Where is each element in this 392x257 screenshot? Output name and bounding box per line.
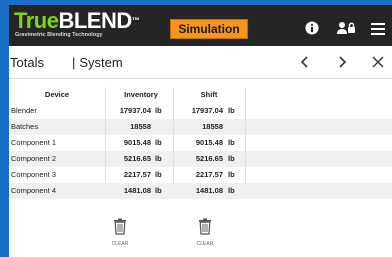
device-name: Batches <box>11 122 39 131</box>
clear-inventory-label: CLEAR <box>111 241 129 247</box>
table-row: Blender 17937.04 lb 17937.04 lb <box>9 103 392 119</box>
inventory-value: 5216.65 <box>123 154 151 163</box>
trash-icon <box>199 218 211 235</box>
inventory-value: 1481.08 <box>123 186 151 195</box>
column-divider <box>105 87 106 183</box>
shift-value: 5216.65 <box>195 154 223 163</box>
table-row: Component 3 2217.57 lb 2217.57 lb <box>9 167 392 183</box>
clear-shift-label: CLEAR <box>196 241 214 247</box>
device-name: Component 4 <box>11 186 57 195</box>
shift-value: 2217.57 <box>195 170 223 179</box>
chevron-right-icon[interactable] <box>336 55 348 72</box>
table-row: Component 2 5216.65 lb 5216.65 lb <box>9 151 392 167</box>
logo-brand-blend: BLEND <box>58 8 132 33</box>
simulation-mode-button[interactable]: Simulation <box>170 19 248 39</box>
page-title: Totals <box>10 55 44 70</box>
device-name: Component 2 <box>11 154 57 163</box>
chevron-left-icon[interactable] <box>299 55 311 72</box>
inventory-value: 18558 <box>130 122 151 131</box>
inventory-value: 2217.57 <box>123 170 151 179</box>
device-name: Component 1 <box>11 138 57 147</box>
clear-inventory-button[interactable]: CLEAR <box>110 218 130 247</box>
page-subtitle-text: System <box>79 55 123 70</box>
shift-value: 9015.48 <box>195 138 223 147</box>
shift-unit: lb <box>228 138 235 147</box>
column-header-shift: Shift <box>200 90 218 99</box>
table-header-row: Device Inventory Shift <box>9 87 392 103</box>
column-header-inventory: Inventory <box>124 90 158 99</box>
table-row: Batches 18558 18558 <box>9 119 392 135</box>
table-row: Component 1 9015.48 lb 9015.48 lb <box>9 135 392 151</box>
info-icon[interactable] <box>304 18 320 38</box>
app-frame: TrueBLEND™ Gravimetric Blending Technolo… <box>9 5 392 257</box>
totals-table: Device Inventory Shift Blender 17937.04 … <box>9 87 392 199</box>
device-name: Blender <box>11 106 37 115</box>
logo-brand-true: True <box>14 8 59 33</box>
hamburger-menu-icon[interactable] <box>369 18 387 38</box>
device-name: Component 3 <box>11 170 57 179</box>
column-header-device: Device <box>44 90 70 99</box>
page-subtitle: | System <box>72 55 123 70</box>
table-row: Component 4 1481.08 lb 1481.08 lb <box>9 183 392 199</box>
top-bar: TrueBLEND™ Gravimetric Blending Technolo… <box>9 5 392 46</box>
shift-unit: lb <box>228 106 235 115</box>
shift-value: 17937.04 <box>191 106 223 115</box>
trueblend-logo: TrueBLEND™ Gravimetric Blending Technolo… <box>14 8 140 41</box>
shift-value: 1481.08 <box>195 186 223 195</box>
trash-icon <box>114 218 126 235</box>
column-divider <box>245 87 246 183</box>
inventory-value: 17937.04 <box>119 106 151 115</box>
shift-value: 18558 <box>202 122 223 131</box>
users-lock-icon[interactable] <box>336 18 356 38</box>
column-divider <box>173 87 174 183</box>
shift-unit: lb <box>228 154 235 163</box>
shift-unit: lb <box>228 186 235 195</box>
inventory-value: 9015.48 <box>123 138 151 147</box>
title-separator: | <box>72 55 76 70</box>
shift-unit: lb <box>228 170 235 179</box>
logo-tagline: Gravimetric Blending Technology <box>15 32 103 38</box>
page-header: Totals | System <box>9 46 392 79</box>
clear-shift-button[interactable]: CLEAR <box>195 218 215 247</box>
logo-trademark: ™ <box>131 16 140 25</box>
close-icon[interactable] <box>371 55 385 72</box>
